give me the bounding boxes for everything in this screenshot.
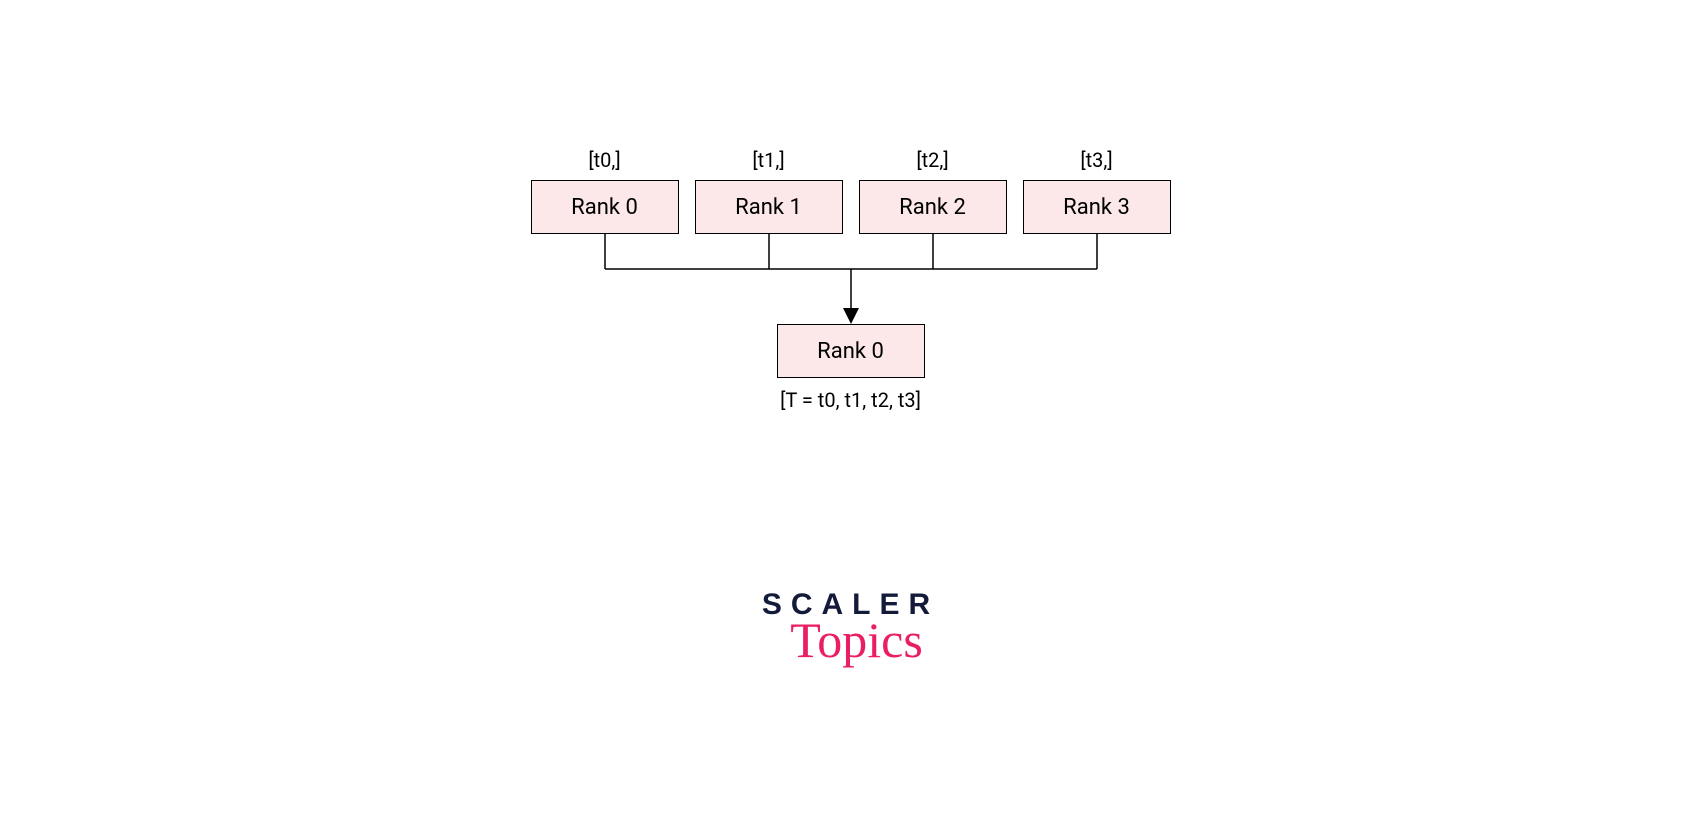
connector-svg [531, 234, 1171, 324]
gather-connector [531, 234, 1171, 324]
rank-2-tensor-label: [t2,] [916, 148, 948, 172]
rank-0-col: [t0,] Rank 0 [531, 148, 679, 234]
logo-line2: Topics [768, 618, 945, 663]
dest-tensor-label: [T = t0, t1, t2, t3] [780, 388, 921, 412]
rank-1-tensor-label: [t1,] [752, 148, 784, 172]
rank-2-box: Rank 2 [859, 180, 1007, 234]
dest-rank-box: Rank 0 [777, 324, 925, 378]
rank-0-box: Rank 0 [531, 180, 679, 234]
rank-3-tensor-label: [t3,] [1080, 148, 1112, 172]
rank-3-box: Rank 3 [1023, 180, 1171, 234]
rank-2-col: [t2,] Rank 2 [859, 148, 1007, 234]
rank-3-col: [t3,] Rank 3 [1023, 148, 1171, 234]
rank-1-col: [t1,] Rank 1 [695, 148, 843, 234]
scaler-topics-logo: SCALER Topics [762, 590, 939, 663]
destination-rank: Rank 0 [T = t0, t1, t2, t3] [531, 324, 1171, 412]
gather-diagram: [t0,] Rank 0 [t1,] Rank 1 [t2,] Rank 2 [… [531, 148, 1171, 412]
rank-1-box: Rank 1 [695, 180, 843, 234]
source-ranks-row: [t0,] Rank 0 [t1,] Rank 1 [t2,] Rank 2 [… [531, 148, 1171, 234]
rank-0-tensor-label: [t0,] [588, 148, 620, 172]
